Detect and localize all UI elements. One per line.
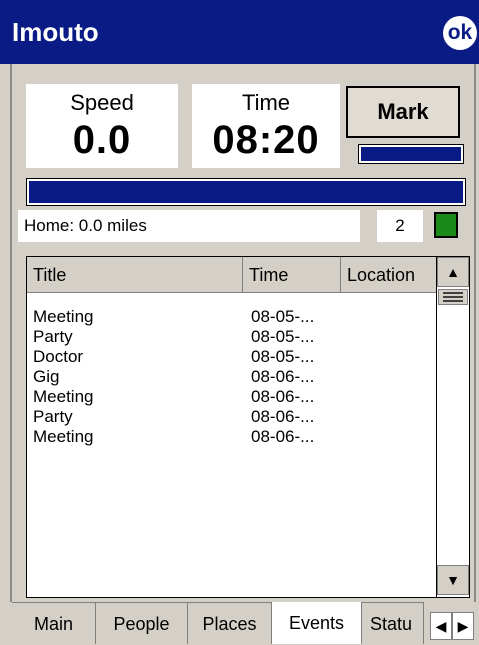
event-time: 08-06-... xyxy=(251,387,315,406)
column-header-title[interactable]: Title xyxy=(27,257,243,293)
event-title: Party xyxy=(33,407,73,426)
signal-bar-fill xyxy=(361,147,461,161)
event-title: Meeting xyxy=(33,427,94,446)
ok-button[interactable]: ok xyxy=(443,16,477,50)
event-time: 08-05-... xyxy=(251,347,315,366)
status-indicator xyxy=(434,212,458,238)
progress-bar xyxy=(26,178,466,206)
time-panel: Time 08:20 xyxy=(192,84,340,168)
list-item[interactable]: Doctor 08-05-... xyxy=(27,347,437,367)
event-title: Gig xyxy=(33,367,60,386)
list-item[interactable]: Gig 08-06-... xyxy=(27,367,437,387)
left-arrow-icon[interactable]: ◀ xyxy=(430,612,452,640)
tab-people[interactable]: People xyxy=(96,602,188,644)
vertical-scrollbar[interactable]: ▲ ▼ xyxy=(436,257,469,597)
list-item[interactable]: Party 08-05-... xyxy=(27,327,437,347)
speed-label: Speed xyxy=(70,90,134,115)
home-distance: Home: 0.0 miles xyxy=(18,210,360,242)
tab-status[interactable]: Statu xyxy=(362,602,424,644)
tab-places[interactable]: Places xyxy=(188,602,272,644)
tab-main[interactable]: Main xyxy=(12,602,96,644)
tab-events[interactable]: Events xyxy=(272,602,362,644)
list-item[interactable]: Meeting 08-05-... xyxy=(27,307,437,327)
speed-value: 0.0 xyxy=(72,118,132,162)
signal-bar xyxy=(358,144,464,164)
speed-panel: Speed 0.0 xyxy=(26,84,178,168)
scrollbar-thumb[interactable] xyxy=(438,289,468,305)
event-time: 08-06-... xyxy=(251,367,315,386)
list-item[interactable]: Party 08-06-... xyxy=(27,407,437,427)
event-title: Meeting xyxy=(33,307,94,326)
list-item[interactable]: Meeting 08-06-... xyxy=(27,427,437,447)
event-time: 08-06-... xyxy=(251,407,315,426)
event-title: Party xyxy=(33,327,73,346)
tab-bar: Main People Places Events Statu xyxy=(0,602,479,644)
time-label: Time xyxy=(241,90,291,115)
title-bar: Imouto ok xyxy=(0,0,479,64)
count-field: 2 xyxy=(377,210,423,242)
event-time: 08-06-... xyxy=(251,427,315,446)
events-list[interactable]: Title Time Location Meeting 08-05-... Pa… xyxy=(26,256,470,598)
down-arrow-icon[interactable]: ▼ xyxy=(437,565,469,595)
list-item[interactable]: Meeting 08-06-... xyxy=(27,387,437,407)
time-value: 08:20 xyxy=(212,118,320,162)
mark-button[interactable]: Mark xyxy=(346,86,460,138)
up-arrow-icon[interactable]: ▲ xyxy=(437,257,469,287)
event-title: Doctor xyxy=(33,347,84,366)
column-header-time[interactable]: Time xyxy=(243,257,341,293)
event-title: Meeting xyxy=(33,387,94,406)
progress-bar-fill xyxy=(29,181,463,203)
app-title: Imouto xyxy=(12,17,99,47)
right-arrow-icon[interactable]: ▶ xyxy=(452,612,474,640)
event-time: 08-05-... xyxy=(251,307,315,326)
event-time: 08-05-... xyxy=(251,327,315,346)
column-header-location[interactable]: Location xyxy=(341,257,437,293)
